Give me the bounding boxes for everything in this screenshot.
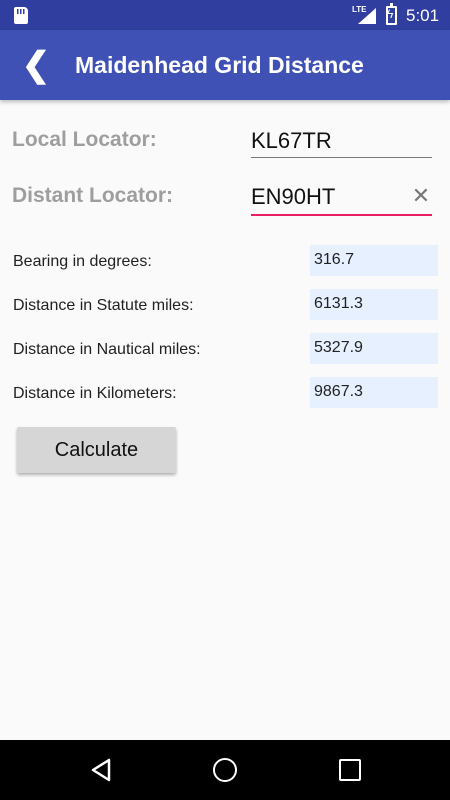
distant-locator-label: Distant Locator: <box>12 184 174 207</box>
bearing-value: 316.7 <box>310 245 438 276</box>
home-circle-icon[interactable] <box>213 758 237 782</box>
distant-locator-input[interactable] <box>251 180 401 214</box>
page-title: Maidenhead Grid Distance <box>75 52 364 78</box>
chevron-left-icon: ❮ <box>21 46 51 84</box>
battery-charging-icon <box>386 3 397 25</box>
back-button[interactable]: ❮ <box>20 44 52 86</box>
bearing-label: Bearing in degrees: <box>13 253 152 270</box>
app-bar: ❮ Maidenhead Grid Distance <box>0 30 450 100</box>
kilometers-label: Distance in Kilometers: <box>13 385 177 402</box>
close-icon: ✕ <box>411 183 431 208</box>
back-triangle-icon[interactable] <box>90 758 112 782</box>
calculate-button[interactable]: Calculate <box>17 427 176 473</box>
kilometers-value: 9867.3 <box>310 377 438 408</box>
status-bar: LTE 5:01 <box>0 0 450 30</box>
signal-icon <box>358 8 376 24</box>
nautical-miles-value: 5327.9 <box>310 333 438 364</box>
recents-square-icon[interactable] <box>339 759 361 781</box>
clear-button[interactable]: ✕ <box>410 184 432 208</box>
local-locator-label: Local Locator: <box>12 128 157 151</box>
local-locator-input[interactable] <box>251 124 432 158</box>
statute-miles-label: Distance in Statute miles: <box>13 297 194 314</box>
status-clock: 5:01 <box>406 6 440 25</box>
nautical-miles-label: Distance in Nautical miles: <box>13 341 201 358</box>
distant-locator-underline <box>251 214 432 216</box>
local-locator-underline <box>251 157 432 158</box>
sd-card-icon <box>14 7 28 24</box>
statute-miles-value: 6131.3 <box>310 289 438 320</box>
navigation-bar <box>0 740 450 800</box>
